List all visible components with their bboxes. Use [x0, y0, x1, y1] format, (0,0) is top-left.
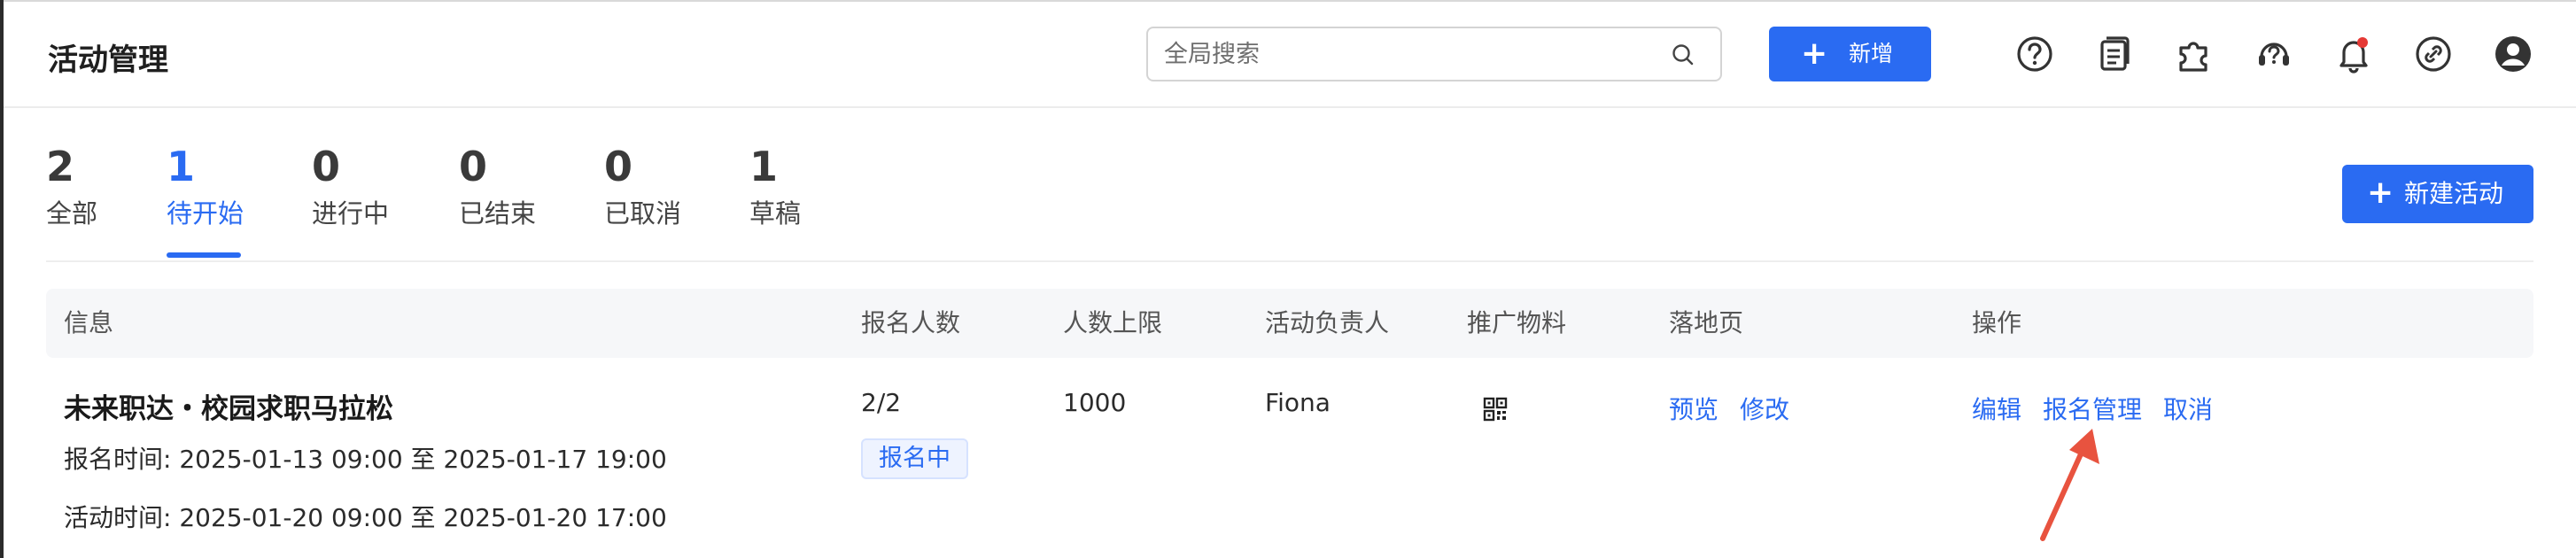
- plus-icon: +: [2367, 174, 2394, 211]
- add-button-label: 新增: [1849, 41, 1894, 66]
- help-icon[interactable]: [2014, 34, 2055, 74]
- signup-time-label: 报名时间:: [64, 445, 172, 474]
- signup-count: 2/2: [861, 388, 902, 417]
- document-icon[interactable]: [2094, 34, 2135, 74]
- user-icon[interactable]: [2493, 34, 2533, 74]
- plus-icon: +: [1801, 35, 1828, 72]
- new-activity-button[interactable]: + 新建活动: [2342, 165, 2533, 223]
- column-header: 落地页: [1669, 308, 1744, 337]
- tab-count: 2: [46, 143, 75, 190]
- tab-label: 全部: [46, 198, 98, 229]
- activity-time: 活动时间: 2025-01-20 09:00 至 2025-01-20 17:0…: [64, 503, 667, 533]
- status-badge: 报名中: [861, 438, 968, 479]
- tab-count: 0: [459, 143, 488, 190]
- owner: Fiona: [1265, 388, 1331, 417]
- column-header: 推广物料: [1467, 308, 1567, 337]
- signup-time-value: 2025-01-13 09:00 至 2025-01-17 19:00: [179, 445, 667, 474]
- tab-ended[interactable]: 0 已结束: [459, 143, 536, 229]
- tab-upcoming[interactable]: 1 待开始: [167, 143, 244, 229]
- tab-label: 待开始: [167, 198, 244, 229]
- new-activity-label: 新建活动: [2404, 179, 2504, 208]
- column-header: 信息: [64, 308, 114, 337]
- modify-link[interactable]: 修改: [1740, 395, 1789, 425]
- support-icon[interactable]: [2254, 34, 2294, 74]
- column-header: 操作: [1972, 308, 2022, 337]
- tab-count: 0: [604, 143, 633, 190]
- activity-time-value: 2025-01-20 09:00 至 2025-01-20 17:00: [179, 503, 667, 532]
- notification-dot: [2357, 37, 2368, 48]
- activity-time-label: 活动时间:: [64, 503, 172, 532]
- add-button[interactable]: + 新增: [1769, 27, 1931, 81]
- tab-cancelled[interactable]: 0 已取消: [604, 143, 681, 229]
- edit-link[interactable]: 编辑: [1972, 395, 2021, 425]
- global-search[interactable]: [1146, 27, 1722, 81]
- preview-link[interactable]: 预览: [1669, 395, 1719, 425]
- link-icon[interactable]: [2413, 34, 2454, 74]
- tab-count: 1: [749, 143, 779, 190]
- tab-count: 0: [312, 143, 341, 190]
- capacity: 1000: [1063, 388, 1127, 417]
- tab-draft[interactable]: 1 草稿: [749, 143, 801, 229]
- active-tab-indicator: [167, 252, 241, 258]
- cancel-link[interactable]: 取消: [2163, 395, 2213, 425]
- activity-title: 未来职达・校园求职马拉松: [64, 393, 393, 425]
- tab-label: 已取消: [604, 198, 682, 229]
- column-header: 活动负责人: [1265, 308, 1390, 337]
- signup-time: 报名时间: 2025-01-13 09:00 至 2025-01-17 19:0…: [64, 445, 667, 475]
- plugin-icon[interactable]: [2174, 34, 2215, 74]
- search-icon[interactable]: [1671, 43, 1695, 67]
- app-header: 活动管理 + 新增: [4, 0, 2576, 108]
- tab-label: 已结束: [459, 198, 537, 229]
- tab-in-progress[interactable]: 0 进行中: [312, 143, 389, 229]
- tabs-divider: [46, 260, 2533, 262]
- qr-code-icon[interactable]: [1483, 397, 1508, 422]
- tab-all[interactable]: 2 全部: [46, 143, 97, 229]
- signup-management-link[interactable]: 报名管理: [2043, 395, 2142, 425]
- tab-count: 1: [167, 143, 196, 190]
- column-header: 人数上限: [1063, 308, 1163, 337]
- column-header: 报名人数: [861, 308, 961, 337]
- tab-label: 进行中: [312, 198, 390, 229]
- annotation-arrow: [2040, 429, 2099, 541]
- bell-icon[interactable]: [2333, 34, 2374, 74]
- page-title: 活动管理: [48, 43, 168, 78]
- table-header: 信息 报名人数 人数上限 活动负责人 推广物料 落地页 操作: [46, 289, 2533, 358]
- search-input[interactable]: [1164, 28, 1660, 80]
- tab-label: 草稿: [749, 198, 802, 229]
